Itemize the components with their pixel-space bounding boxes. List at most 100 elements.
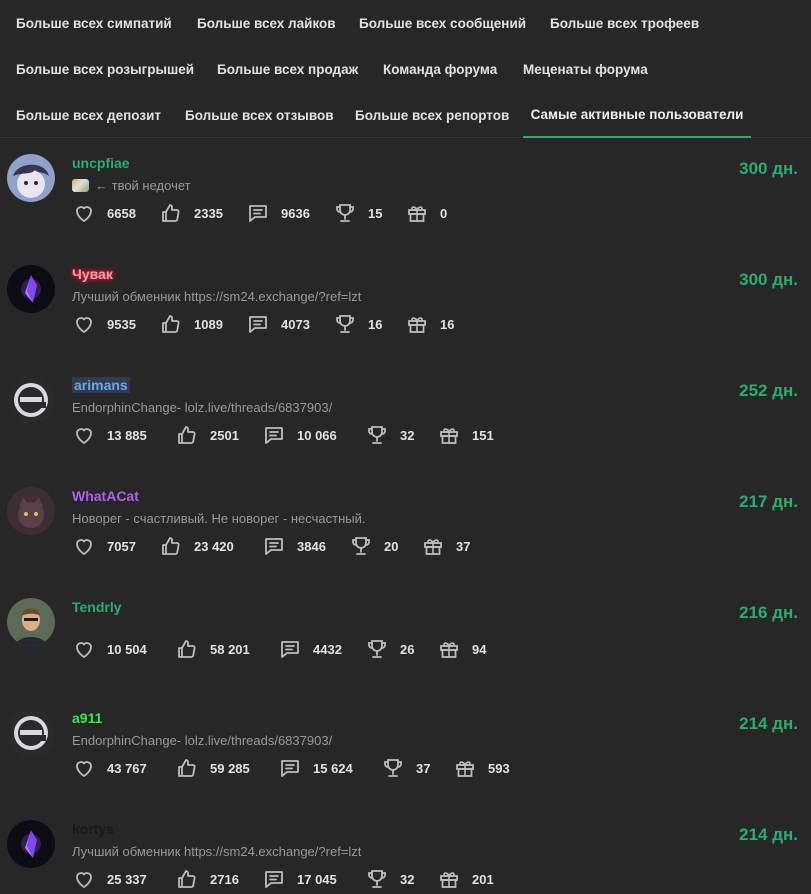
stat-value: 15 624 [313, 760, 353, 776]
tab-most-sympathies[interactable]: Больше всех симпатий [16, 0, 172, 46]
tab-most-reviews[interactable]: Больше всех отзывов [185, 92, 334, 138]
avatar[interactable] [7, 709, 55, 757]
user-row[interactable]: uncpfiae ← твой недочет 300 дн. 6658 2335 963… [0, 138, 811, 248]
avatar[interactable] [7, 154, 55, 202]
tab-forum-patrons[interactable]: Меценаты форума [523, 46, 648, 92]
stat-trophies[interactable]: 37 [381, 756, 430, 780]
username-link[interactable]: uncpfiae [72, 155, 130, 171]
user-status: EndorphinChange- lolz.live/threads/68379… [72, 400, 332, 415]
gift-icon [440, 428, 458, 444]
gift-icon [456, 761, 474, 777]
user-status-text: Новорег - счастливый. Не новорег - несча… [72, 511, 366, 526]
user-status-text: EndorphinChange- lolz.live/threads/68379… [72, 400, 333, 415]
avatar[interactable] [7, 487, 55, 535]
heart-icon [76, 761, 92, 777]
user-row[interactable]: arimans EndorphinChange- lolz.live/thread… [0, 360, 811, 470]
stat-messages[interactable]: 4073 [246, 312, 310, 336]
stat-likes[interactable]: 59 285 [175, 756, 250, 780]
stat-messages[interactable]: 3846 [262, 534, 326, 558]
stat-giveaways[interactable]: 94 [437, 637, 486, 661]
thumbs-up-icon [162, 315, 180, 333]
tab-most-likes[interactable]: Больше всех лайков [197, 0, 336, 46]
heart-icon [76, 206, 92, 222]
user-status: EndorphinChange- lolz.live/threads/68379… [72, 733, 332, 748]
heart-icon [76, 642, 92, 658]
stat-trophies[interactable]: 32 [365, 423, 414, 447]
user-status: Лучший обменник https://sm24.exchange/?r… [72, 289, 361, 304]
user-status-text: EndorphinChange- lolz.live/threads/68379… [72, 733, 333, 748]
tab-forum-team[interactable]: Команда форума [383, 46, 497, 92]
stat-sympathies[interactable]: 43 767 [72, 756, 147, 780]
stat-value: 3846 [297, 538, 326, 554]
message-icon [265, 871, 283, 888]
stat-messages[interactable]: 9636 [246, 201, 310, 225]
user-status-text: Лучший обменник https://sm24.exchange/?r… [72, 289, 362, 304]
username-link[interactable]: Tendrly [72, 599, 122, 615]
avatar[interactable] [7, 820, 55, 868]
stat-sympathies[interactable]: 13 885 [72, 423, 147, 447]
avatar[interactable] [7, 265, 55, 313]
stat-value: 15 [368, 205, 383, 221]
tab-most-active-users[interactable]: Самые активные пользователи [523, 92, 751, 138]
stat-sympathies[interactable]: 7057 [72, 534, 136, 558]
stat-likes[interactable]: 2501 [175, 423, 239, 447]
avatar[interactable] [7, 376, 55, 424]
username-link[interactable]: Чувак [72, 266, 113, 282]
user-stats: 10 504 58 201 4432 26 94 [72, 637, 772, 661]
tab-most-trophies[interactable]: Больше всех трофеев [550, 0, 699, 46]
trophy-icon [368, 426, 386, 444]
stat-likes[interactable]: 2335 [159, 201, 223, 225]
active-days-count: 300 дн. [739, 159, 798, 178]
stat-trophies[interactable]: 32 [365, 867, 414, 891]
tab-most-reports[interactable]: Больше всех репортов [355, 92, 509, 138]
tab-most-deposit[interactable]: Больше всех депозит [16, 92, 161, 138]
username-link[interactable]: kortys [72, 821, 114, 837]
stat-value: 43 767 [107, 760, 147, 776]
stat-likes[interactable]: 2716 [175, 867, 239, 891]
stat-trophies[interactable]: 15 [333, 201, 382, 225]
stat-sympathies[interactable]: 10 504 [72, 637, 147, 661]
username-link[interactable]: arimans [72, 377, 130, 393]
stat-likes[interactable]: 23 420 [159, 534, 234, 558]
stat-messages[interactable]: 15 624 [278, 756, 353, 780]
user-row[interactable]: WhatACat Новорег - счастливый. Не новорег… [0, 471, 811, 581]
user-row[interactable]: kortys Лучший обменник https://sm24.excha… [0, 804, 811, 894]
stat-giveaways[interactable]: 37 [421, 534, 470, 558]
tab-most-giveaways[interactable]: Больше всех розыгрышей [16, 46, 194, 92]
stat-trophies[interactable]: 20 [349, 534, 398, 558]
user-status: Новорег - счастливый. Не новорег - несча… [72, 511, 365, 526]
user-row[interactable]: Чувак Лучший обменник https://sm24.exchan… [0, 249, 811, 359]
stat-trophies[interactable]: 26 [365, 637, 414, 661]
user-row[interactable]: Tendrly 216 дн. 10 504 58 201 4432 26 94 [0, 582, 811, 692]
stat-giveaways[interactable]: 593 [453, 756, 510, 780]
stat-value: 58 201 [210, 641, 250, 657]
tab-row-3: Больше всех депозит Больше всех отзывов … [0, 92, 811, 138]
stat-likes[interactable]: 1089 [159, 312, 223, 336]
message-icon [281, 760, 299, 777]
stat-likes[interactable]: 58 201 [175, 637, 250, 661]
thumbs-up-icon [178, 759, 196, 777]
tab-most-messages[interactable]: Больше всех сообщений [359, 0, 526, 46]
stat-sympathies[interactable]: 9535 [72, 312, 136, 336]
trophy-icon [384, 759, 402, 777]
stat-sympathies[interactable]: 6658 [72, 201, 136, 225]
stat-value: 94 [472, 641, 487, 657]
stat-giveaways[interactable]: 16 [405, 312, 454, 336]
stat-messages[interactable]: 4432 [278, 637, 342, 661]
tab-most-sales[interactable]: Больше всех продаж [217, 46, 358, 92]
active-days-count: 300 дн. [739, 270, 798, 289]
username-link[interactable]: a911 [72, 710, 102, 726]
stat-trophies[interactable]: 16 [333, 312, 382, 336]
stat-sympathies[interactable]: 25 337 [72, 867, 147, 891]
stat-value: 20 [384, 538, 399, 554]
stat-giveaways[interactable]: 0 [405, 201, 447, 225]
avatar[interactable] [7, 598, 55, 646]
stat-giveaways[interactable]: 201 [437, 867, 494, 891]
stat-value: 2716 [210, 871, 239, 887]
stat-value: 17 045 [297, 871, 337, 887]
stat-messages[interactable]: 17 045 [262, 867, 337, 891]
stat-giveaways[interactable]: 151 [437, 423, 494, 447]
user-row[interactable]: a911 EndorphinChange- lolz.live/threads/6… [0, 693, 811, 803]
stat-messages[interactable]: 10 066 [262, 423, 337, 447]
username-link[interactable]: WhatACat [72, 488, 139, 504]
